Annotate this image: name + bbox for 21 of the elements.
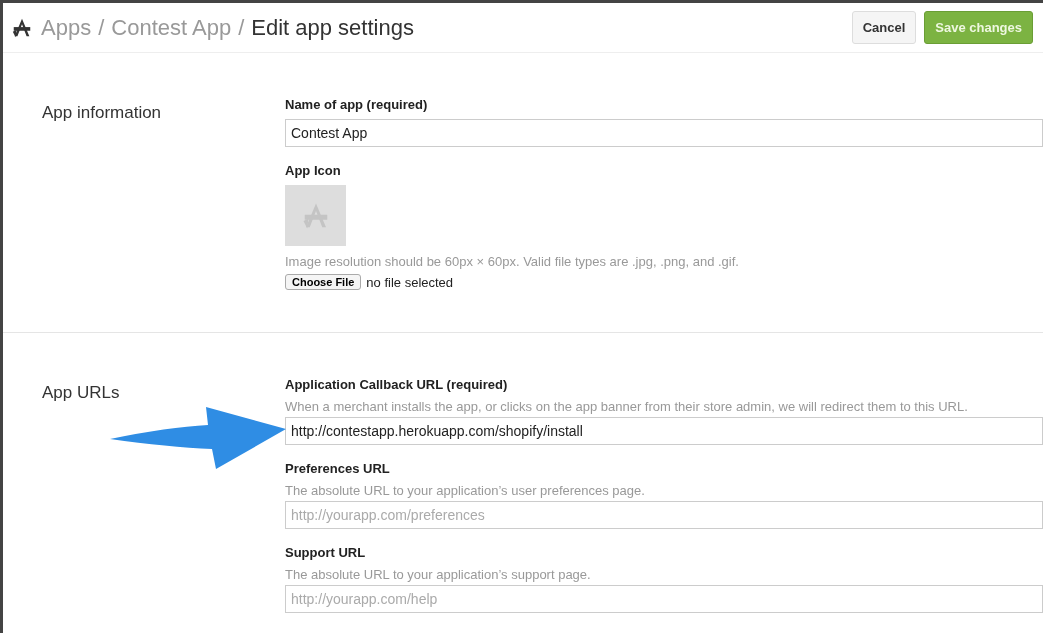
field-label: Support URL bbox=[285, 545, 367, 560]
section-title: App URLs bbox=[42, 383, 120, 402]
help-text: The absolute URL to your application’s user preferences page. bbox=[285, 483, 646, 498]
field-label: Application Callback URL (required) bbox=[285, 377, 509, 392]
file-status: no file selected bbox=[366, 274, 454, 290]
help-text: Image resolution should be 60px × 60px. Valid file types are .jpg, .png, and .gif. bbox=[285, 254, 740, 269]
section-title: App information bbox=[42, 103, 162, 122]
text-field[interactable]: http://yourapp.com/preferences bbox=[285, 501, 1043, 529]
breadcrumb-separator: / bbox=[98, 14, 105, 41]
field-label: App Icon bbox=[285, 163, 342, 178]
choose-file-button[interactable]: Choose File bbox=[285, 274, 362, 290]
field-label: Preferences URL bbox=[285, 461, 391, 476]
text-field[interactable]: http://yourapp.com/help bbox=[285, 585, 1043, 613]
page-title: Edit app settings bbox=[251, 14, 414, 41]
text-field[interactable]: Contest App bbox=[285, 119, 1043, 147]
field-label: Name of app (required) bbox=[285, 97, 429, 112]
breadcrumb-separator: / bbox=[238, 14, 245, 41]
help-text: When a merchant installs the app, or clicks on the app banner from their store admin, we will redirect them to this URL. bbox=[285, 399, 969, 414]
help-text: The absolute URL to your application’s support page. bbox=[285, 567, 592, 582]
text-field[interactable]: http://contestapp.herokuapp.com/shopify/install bbox=[285, 417, 1043, 445]
cancel-button[interactable]: Cancel bbox=[851, 11, 917, 44]
